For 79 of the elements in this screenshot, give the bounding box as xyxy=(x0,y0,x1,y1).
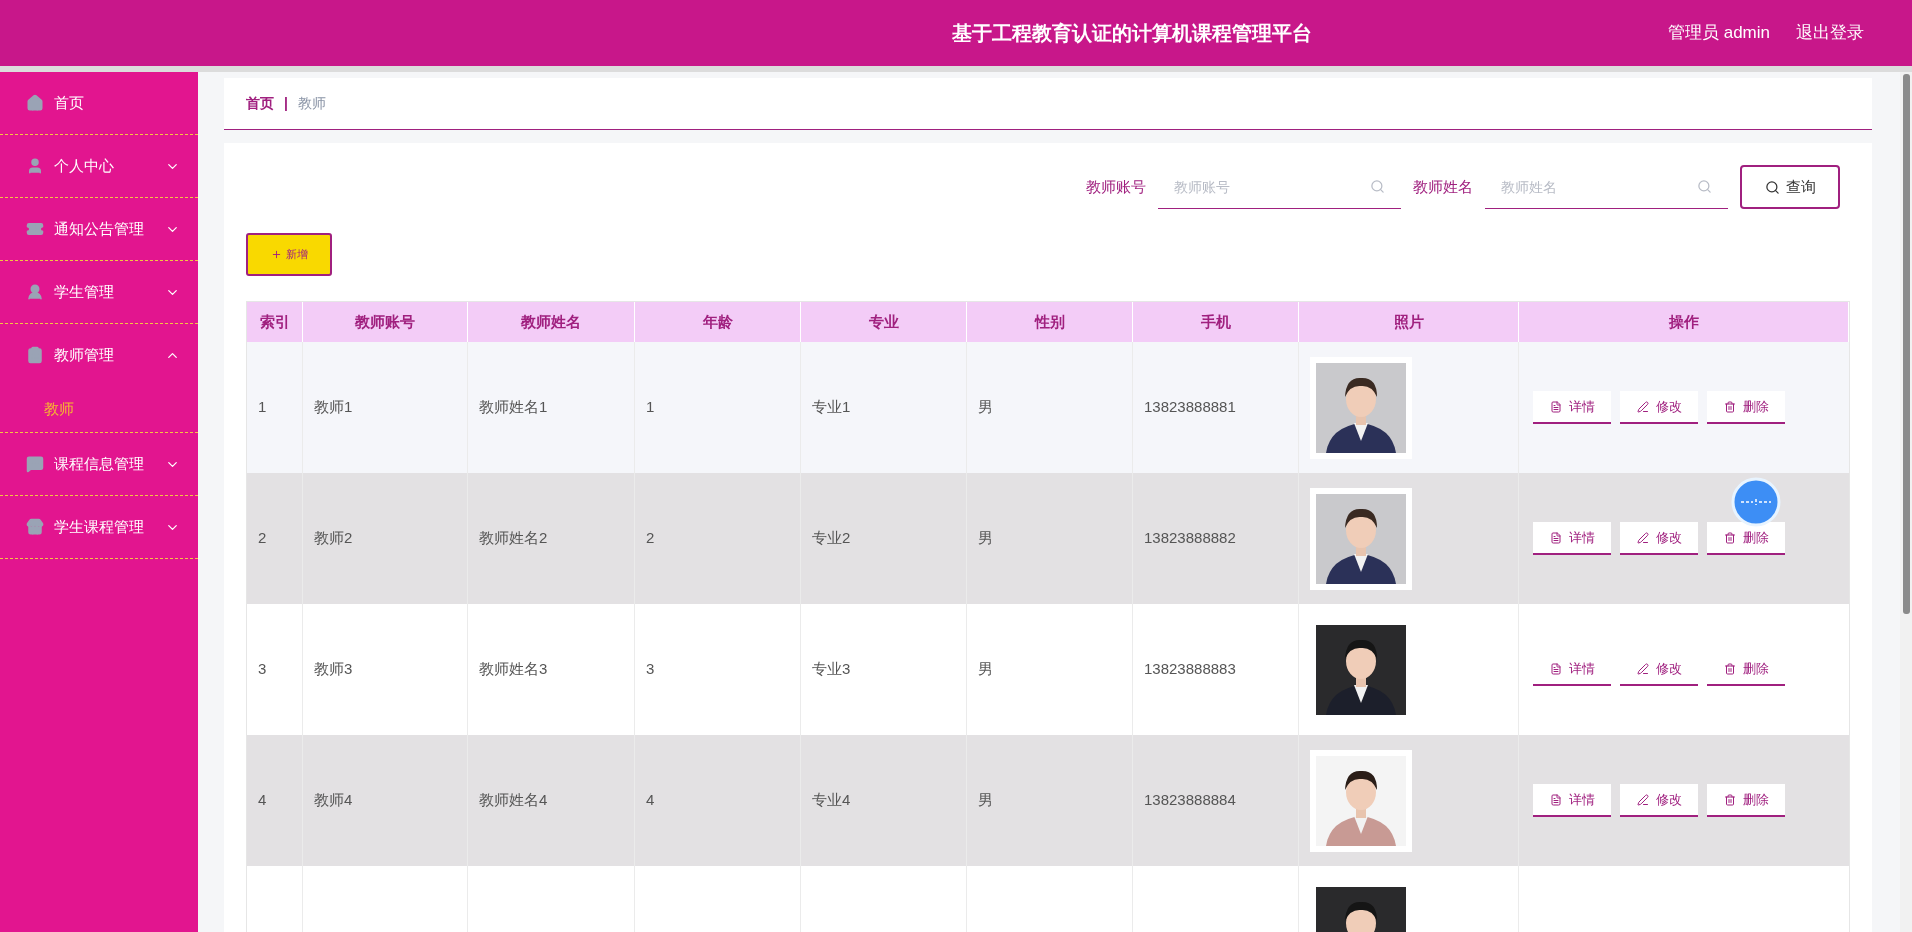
table-cell-text: 3 xyxy=(258,659,267,680)
table-cell-text: 教师姓名4 xyxy=(479,790,548,811)
table-cell-text: 2 xyxy=(258,528,267,549)
action-icon xyxy=(1636,531,1649,544)
table-cell-text: 13823888884 xyxy=(1144,790,1236,811)
table-cell-text: 教师姓名1 xyxy=(479,397,548,418)
table-cell-text: 专业3 xyxy=(812,659,851,680)
table-cell-text: 1 xyxy=(646,397,655,418)
action-button[interactable]: 删除 xyxy=(1707,784,1785,817)
table-cell-text: 13823888883 xyxy=(1144,659,1236,680)
field-label: 教师姓名 xyxy=(1413,176,1473,197)
action-icon xyxy=(1549,400,1562,413)
menu-icon xyxy=(26,220,44,238)
sidebar-item[interactable]: 教师管理 xyxy=(0,324,198,386)
sidebar-item[interactable]: 课程信息管理 xyxy=(0,433,198,495)
table-cell-text: 1 xyxy=(258,397,267,418)
add-button[interactable]: 新增 xyxy=(246,233,332,276)
field-label: 教师账号 xyxy=(1086,176,1146,197)
action-button[interactable]: 删除 xyxy=(1707,522,1785,555)
action-icon xyxy=(1636,662,1649,675)
table-cell-text: 专业4 xyxy=(812,790,851,811)
menu-icon xyxy=(26,455,44,473)
table-cell-text: 专业1 xyxy=(812,397,851,418)
action-icon xyxy=(1549,531,1562,544)
action-button[interactable]: 详情 xyxy=(1533,391,1611,424)
menu-icon xyxy=(26,94,44,112)
table-cell-text: 教师4 xyxy=(314,790,353,811)
table-cell-text: 教师姓名3 xyxy=(479,659,548,680)
action-button[interactable]: 详情 xyxy=(1533,522,1611,555)
action-icon xyxy=(1549,662,1562,675)
table-cell-text: 3 xyxy=(646,659,655,680)
table-cell-text: 教师3 xyxy=(314,659,353,680)
table-cell-text: 教师2 xyxy=(314,528,353,549)
menu-icon xyxy=(26,346,44,364)
sidebar-item[interactable]: 学生课程管理 xyxy=(0,496,198,558)
table-cell-text: 教师1 xyxy=(314,397,353,418)
table-cell-text: 13823888882 xyxy=(1144,528,1236,549)
query-button[interactable]: 查询 xyxy=(1740,165,1840,209)
action-icon xyxy=(1723,793,1736,806)
app-title: 基于工程教育认证的计算机课程管理平台 xyxy=(952,21,1312,46)
breadcrumb-link[interactable]: 首页 xyxy=(246,93,274,114)
search-icon xyxy=(1764,179,1780,195)
search-icon xyxy=(1697,179,1712,194)
action-icon xyxy=(1636,793,1649,806)
table-cell-text: 4 xyxy=(646,790,655,811)
table-cell-text: 专业2 xyxy=(812,528,851,549)
action-icon xyxy=(1636,400,1649,413)
menu-icon xyxy=(26,157,44,175)
sidebar-item[interactable]: 个人中心 xyxy=(0,135,198,197)
sidebar-item[interactable]: 通知公告管理 xyxy=(0,198,198,260)
sidebar-item[interactable]: 学生管理 xyxy=(0,261,198,323)
table-cell-text: 男 xyxy=(978,659,993,680)
action-icon xyxy=(1723,400,1736,413)
floating-widget-icon[interactable] xyxy=(1731,477,1781,527)
table-cell-text: 男 xyxy=(978,528,993,549)
action-button[interactable]: 修改 xyxy=(1620,784,1698,817)
plus-icon xyxy=(270,249,282,260)
breadcrumb-separator: | xyxy=(284,94,288,113)
logout-link[interactable]: 退出登录 xyxy=(1796,20,1864,46)
search-icon xyxy=(1370,179,1385,194)
action-icon xyxy=(1549,793,1562,806)
table-cell-text: 教师姓名2 xyxy=(479,528,548,549)
action-button[interactable]: 修改 xyxy=(1620,522,1698,555)
menu-icon xyxy=(26,283,44,301)
user-name: 管理员 admin xyxy=(1667,22,1770,45)
action-button[interactable]: 删除 xyxy=(1707,391,1785,424)
sidebar-item[interactable]: 首页 xyxy=(0,72,198,134)
table-cell-text: 13823888881 xyxy=(1144,397,1236,418)
table-cell-text: 男 xyxy=(978,790,993,811)
table-cell-text: 2 xyxy=(646,528,655,549)
action-icon xyxy=(1723,531,1736,544)
search-field[interactable]: 教师姓名 xyxy=(1485,165,1728,209)
search-field[interactable]: 教师账号 xyxy=(1158,165,1401,209)
action-button[interactable]: 详情 xyxy=(1533,784,1611,817)
action-button[interactable]: 修改 xyxy=(1620,391,1698,424)
table-cell-text: 男 xyxy=(978,397,993,418)
action-icon xyxy=(1723,662,1736,675)
table-cell-text: 4 xyxy=(258,790,267,811)
menu-icon xyxy=(26,518,44,536)
